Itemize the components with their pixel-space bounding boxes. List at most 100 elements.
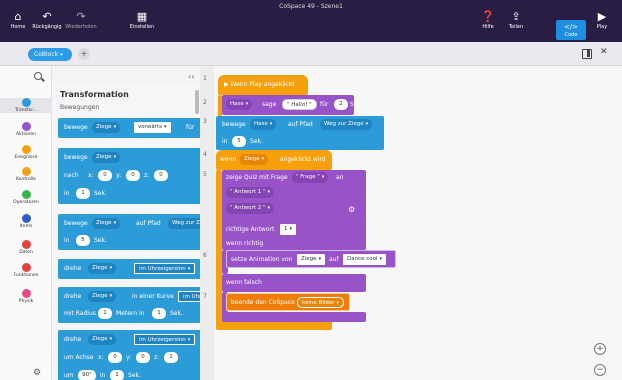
- z-input[interactable]: 1: [164, 352, 178, 363]
- block-text: an: [336, 174, 344, 181]
- object-dropdown[interactable]: Ziege ▾: [88, 334, 117, 345]
- path-dropdown[interactable]: Weg zur Zi: [168, 218, 200, 229]
- gear-icon[interactable]: ⚙: [348, 205, 355, 214]
- time-input[interactable]: 5: [76, 235, 90, 246]
- x-input[interactable]: 0: [108, 352, 122, 363]
- home-button[interactable]: ⌂ Home: [6, 10, 30, 30]
- palette-block-move-forward[interactable]: bewege Ziege ▾ vorwärts ▾ für: [58, 118, 200, 138]
- share-label: Teilen: [508, 24, 524, 30]
- object-dropdown[interactable]: Ziege ▾: [297, 254, 326, 265]
- event-object-clicked-block[interactable]: wenn Ziege ▾ angeklickt wird: [216, 150, 332, 170]
- block-text: um Achse: [64, 354, 94, 361]
- share-button[interactable]: ⇪ Teilen: [505, 10, 527, 30]
- code-button[interactable]: </> Code: [556, 20, 586, 40]
- settings-button[interactable]: ▦ Einstellen: [125, 10, 159, 30]
- close-icon[interactable]: ✕: [600, 47, 608, 57]
- add-tab-button[interactable]: +: [78, 48, 90, 60]
- time-input[interactable]: 5: [232, 136, 246, 147]
- object-dropdown[interactable]: Ziege ▾: [88, 291, 117, 302]
- palette-scrollbar[interactable]: [195, 90, 199, 114]
- help-button[interactable]: ❓ Hilfe: [478, 10, 498, 30]
- category-label: Kontrolle: [16, 177, 36, 182]
- palette-block-rotate-curve[interactable]: drehe Ziege▾ in einer Kurve im Uhrz mit …: [58, 287, 200, 323]
- redo-button[interactable]: ↷ Wiederholen: [64, 10, 98, 30]
- category-item[interactable]: Ereignisse: [0, 145, 52, 160]
- gear-icon[interactable]: ⚙: [33, 368, 41, 378]
- quiz-block[interactable]: zeige Quiz mit Frage " Frage " ▾ an " Ant…: [222, 170, 366, 250]
- coblock-tab[interactable]: CoBlock ▾: [28, 48, 72, 61]
- answer-2-input[interactable]: " Antwort 2 " ▾: [226, 203, 275, 214]
- block-text: drehe: [64, 293, 82, 300]
- category-item[interactable]: Operatoren: [0, 190, 52, 205]
- object-dropdown[interactable]: Ziege ▾: [240, 154, 269, 165]
- set-animation-block[interactable]: setze Animation von Ziege ▾ auf Dance coo…: [226, 250, 396, 268]
- category-item[interactable]: Kontrolle: [0, 167, 52, 182]
- radius-input[interactable]: 1: [98, 308, 112, 319]
- code-icon: </>: [563, 23, 579, 31]
- time-input[interactable]: 1: [110, 370, 124, 380]
- object-dropdown[interactable]: Hase ▾: [226, 99, 253, 110]
- collapse-palette-icon[interactable]: ‹‹: [188, 72, 194, 81]
- y-input[interactable]: 0: [136, 352, 150, 363]
- object-dropdown[interactable]: Hase ▾: [250, 119, 277, 130]
- zoom-out-button[interactable]: −: [594, 364, 606, 376]
- category-item[interactable]: Funktionen: [0, 263, 52, 278]
- object-dropdown[interactable]: Ziege ▾: [92, 218, 121, 229]
- zoom-in-button[interactable]: +: [594, 343, 606, 355]
- category-item[interactable]: Physik: [0, 289, 52, 304]
- x-input[interactable]: 0: [98, 170, 112, 181]
- move-path-block[interactable]: bewege Hase ▾ auf Pfad Weg zur Ziege ▾ in …: [216, 116, 384, 150]
- direction-dropdown[interactable]: im Uhrzeigersinn ▾: [134, 263, 196, 274]
- correct-answer-dropdown[interactable]: 1 ▾: [280, 224, 297, 235]
- category-item[interactable]: Aktionen: [0, 122, 52, 137]
- category-item[interactable]: Items: [0, 214, 52, 229]
- code-label: Code: [564, 32, 578, 38]
- time-input[interactable]: 1: [76, 188, 90, 199]
- question-input[interactable]: " Frage " ▾: [292, 172, 329, 183]
- y-input[interactable]: 0: [126, 170, 140, 181]
- chevron-down-icon: ▾: [109, 265, 113, 271]
- images-dropdown[interactable]: keine Bilder ▾: [297, 297, 344, 308]
- block-text: y:: [116, 172, 122, 179]
- palette-block-rotate[interactable]: drehe Ziege ▾ im Uhrzeigersinn ▾: [58, 259, 200, 279]
- category-item[interactable]: Transfor...: [0, 98, 52, 113]
- category-label: Ereignisse: [14, 155, 38, 160]
- dropdown-value: Ziege: [92, 265, 108, 271]
- block-text: für: [320, 101, 329, 108]
- dropdown-value: Hase: [254, 121, 268, 127]
- palette-block-move-path[interactable]: bewege Ziege ▾ auf Pfad Weg zur Zi in 5 S…: [58, 214, 200, 250]
- category-label: Daten: [19, 250, 33, 255]
- object-dropdown[interactable]: Ziege ▾: [92, 122, 121, 133]
- search-icon[interactable]: [34, 72, 42, 80]
- coblock-label: CoBlock: [34, 51, 59, 58]
- play-button[interactable]: ▶ Play: [590, 10, 614, 30]
- end-cospace-block[interactable]: beende den CoSpace keine Bilder ▾: [226, 293, 350, 311]
- dropdown-value: Hase: [230, 101, 244, 107]
- direction-dropdown[interactable]: im Uhrzeigersinn ▾: [134, 334, 196, 345]
- path-dropdown[interactable]: Weg zur Ziege ▾: [320, 119, 373, 130]
- category-label: Operatoren: [13, 200, 39, 205]
- direction-dropdown[interactable]: vorwärts ▾: [134, 122, 171, 133]
- block-text: auf: [329, 256, 339, 263]
- animation-dropdown[interactable]: Dance cool ▾: [343, 254, 387, 265]
- event-play-clicked-block[interactable]: ▶ Wenn Play angeklickt: [218, 75, 308, 95]
- block-text: in einer Kurve: [132, 293, 174, 300]
- palette-block-move-to[interactable]: bewege Ziege ▾ nach x: 0 y: 0 z: 0 in 1 S…: [58, 148, 200, 204]
- message-input[interactable]: " Hallo! ": [282, 99, 317, 110]
- time-input[interactable]: 2: [334, 99, 348, 110]
- block-text: wenn falsch: [226, 279, 262, 286]
- palette-block-rotate-axis[interactable]: drehe Ziege ▾ im Uhrzeigersinn ▾ um Achse …: [58, 330, 200, 380]
- category-label: Transfor...: [15, 108, 37, 113]
- panel-toggle-icon[interactable]: [582, 49, 592, 59]
- z-input[interactable]: 0: [154, 170, 168, 181]
- object-dropdown[interactable]: Ziege ▾: [92, 152, 121, 163]
- answer-1-input[interactable]: " Antwort 1 " ▾: [226, 187, 275, 198]
- undo-button[interactable]: ↶ Rückgängig: [32, 10, 62, 30]
- category-item[interactable]: Daten: [0, 240, 52, 255]
- angle-input[interactable]: 90°: [78, 370, 96, 380]
- object-dropdown[interactable]: Ziege ▾: [88, 263, 117, 274]
- direction-dropdown[interactable]: im Uhrz: [178, 291, 200, 302]
- say-block[interactable]: Hase ▾ sage " Hallo! " für 2 Sek.: [222, 95, 363, 115]
- time-input[interactable]: 1: [152, 308, 166, 319]
- block-text: y:: [126, 354, 132, 361]
